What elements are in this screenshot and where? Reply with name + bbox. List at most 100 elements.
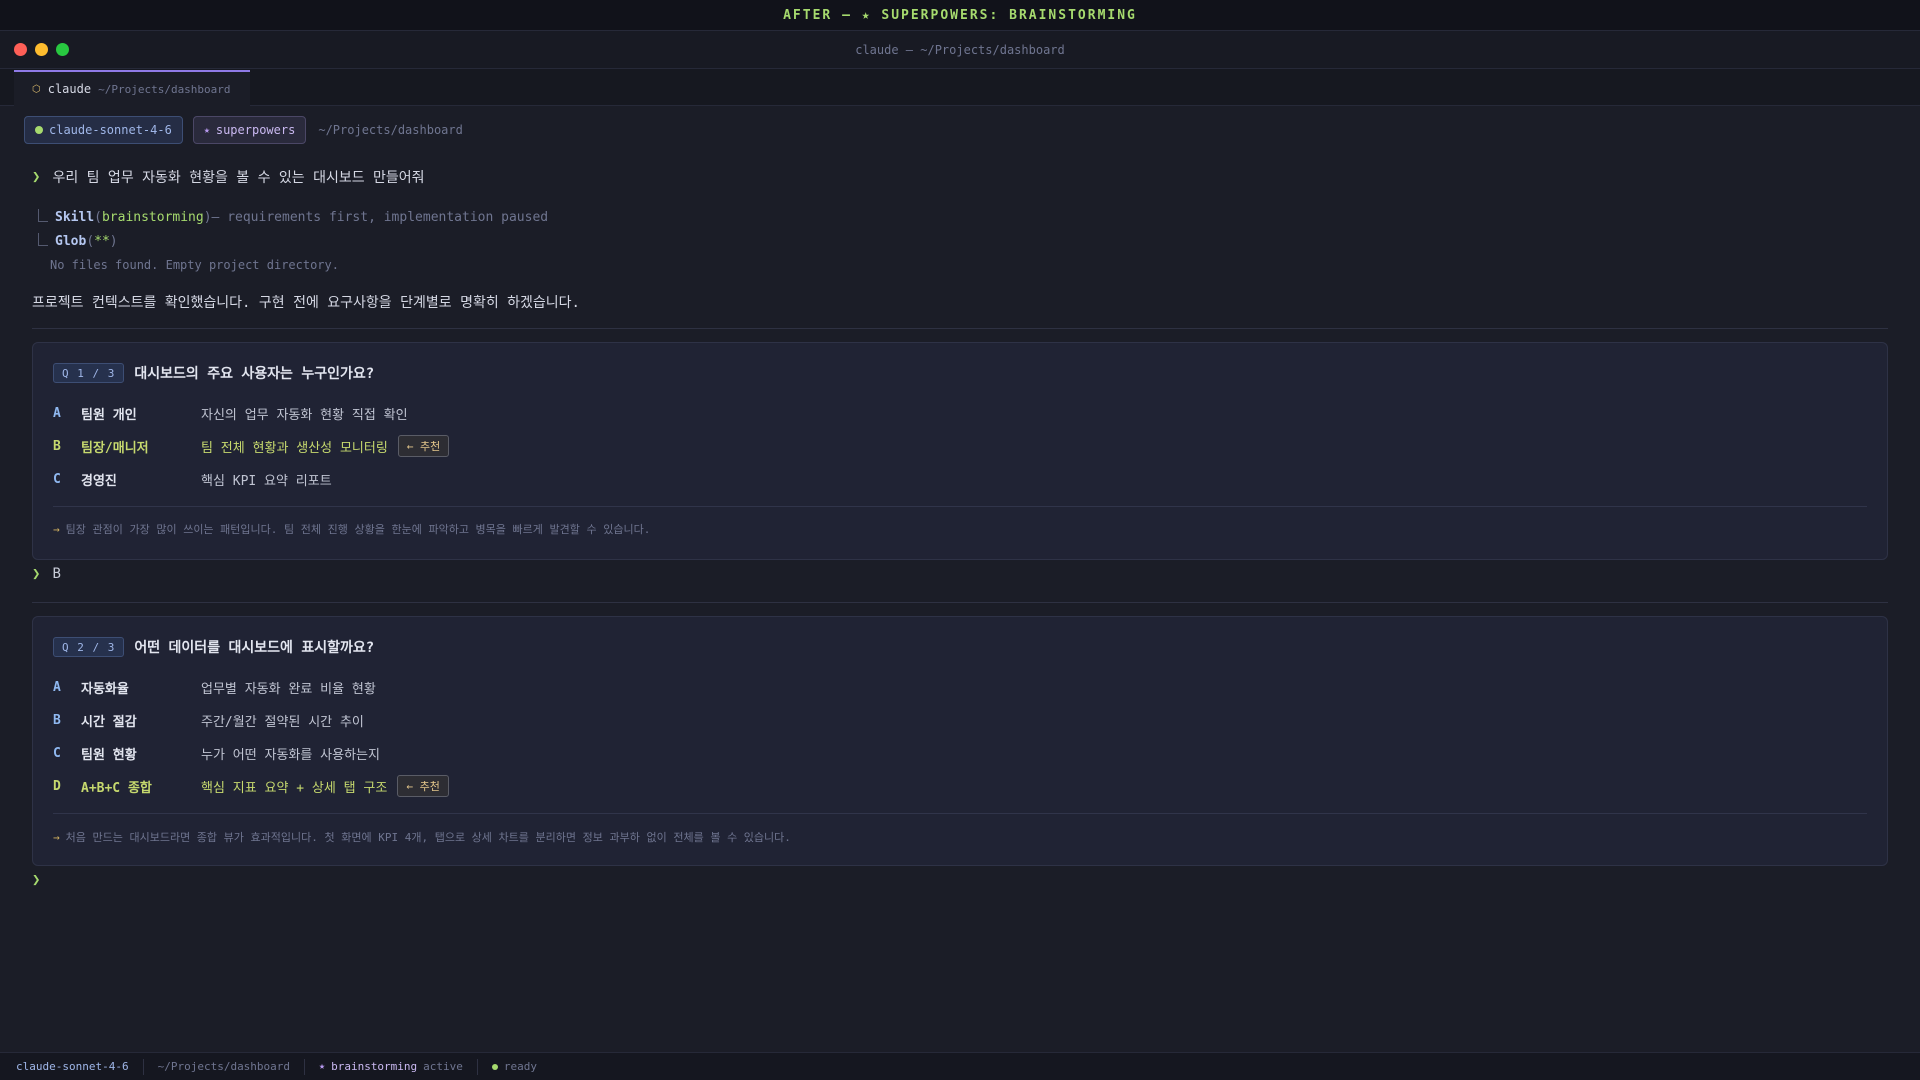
tool-name: Glob	[55, 234, 87, 249]
skill-name: superpowers	[215, 123, 296, 137]
option-key: B	[53, 712, 61, 728]
minimize-window-button[interactable]	[35, 43, 48, 56]
option-desc: 업무별 자동화 완료 비율 현황	[201, 681, 376, 697]
option-label: 자동화율	[81, 681, 129, 697]
prompt-text: 우리 팀 업무 자동화 현황을 볼 수 있는 대시보드 만들어줘	[52, 170, 425, 186]
option-desc: 누가 어떤 자동화를 사용하는지	[201, 747, 380, 763]
option-a[interactable]: A 팀원 개인 자신의 업무 자동화 현황 직접 확인	[53, 399, 408, 427]
paren-close: )	[203, 210, 212, 225]
status-model-name: claude-sonnet-4-6	[16, 1060, 129, 1073]
recommended-badge: ← 추천	[397, 775, 449, 797]
close-window-button[interactable]	[14, 43, 27, 56]
user-prompt: ❯ 우리 팀 업무 자동화 현황을 볼 수 있는 대시보드 만들어줘	[32, 167, 425, 187]
option-c[interactable]: C 경영진 핵심 KPI 요약 리포트	[53, 465, 332, 493]
tool-arg: brainstorming	[101, 210, 204, 225]
option-label: 경영진	[81, 473, 117, 489]
recommended-badge: ← 추천	[397, 435, 450, 457]
option-b[interactable]: B 시간 절감 주간/월간 절약된 시간 추이	[53, 706, 364, 734]
option-desc: 핵심 지표 요약 + 상세 탭 구조	[201, 780, 388, 796]
maximize-window-button[interactable]	[56, 43, 69, 56]
status-model: claude-sonnet-4-6	[16, 1058, 144, 1075]
tree-branch-icon	[38, 233, 48, 246]
user-answer-1: ❯ B	[32, 566, 61, 582]
status-skill-state: active	[423, 1060, 463, 1073]
option-label: 시간 절감	[81, 714, 137, 730]
banner: AFTER — ★ SUPERPOWERS: BRAINSTORMING	[0, 0, 1920, 31]
tab-claude[interactable]: ⬡ claude ~/Projects/dashboard	[14, 70, 250, 106]
question-title: 어떤 데이터를 대시보드에 표시할까요?	[134, 640, 375, 656]
option-c[interactable]: C 팀원 현황 누가 어떤 자동화를 사용하는지	[53, 739, 380, 767]
paren-open: (	[94, 210, 102, 225]
option-d[interactable]: D A+B+C 종합 핵심 지표 요약 + 상세 탭 구조 ← 추천	[53, 772, 449, 800]
status-bar: claude-sonnet-4-6 ~/Projects/dashboard ★…	[0, 1052, 1920, 1080]
tool-call-skill: Skill(brainstorming) — requirements firs…	[38, 209, 549, 225]
star-icon: ★	[319, 1061, 326, 1072]
question-card-1: Q 1 / 3 대시보드의 주요 사용자는 누구인가요? A 팀원 개인 자신의…	[32, 342, 1888, 560]
paren-close: )	[109, 234, 118, 249]
option-desc: 팀 전체 현황과 생산성 모니터링	[201, 440, 388, 456]
skill-badge: ★ superpowers	[192, 116, 307, 144]
window-controls	[14, 43, 69, 56]
option-key: C	[53, 745, 61, 761]
prompt-chevron-icon: ❯	[32, 566, 41, 582]
option-label: 팀원 현황	[81, 747, 137, 763]
model-name: claude-sonnet-4-6	[49, 123, 172, 137]
question-badge: Q 2 / 3	[53, 637, 125, 657]
tree-branch-icon	[38, 209, 48, 222]
answer-text: B	[52, 566, 61, 582]
option-desc: 자신의 업무 자동화 현황 직접 확인	[201, 407, 408, 423]
hexagon-icon: ⬡	[32, 83, 41, 95]
divider	[32, 602, 1888, 603]
note-text: 팀장 관점이 가장 많이 쓰이는 패턴입니다. 팀 전체 진행 상황을 한눈에 …	[65, 523, 651, 536]
tool-arg: **	[94, 234, 110, 249]
status-dot-icon	[35, 126, 43, 134]
terminal-content: claude-sonnet-4-6 ★ superpowers ~/Projec…	[0, 106, 1920, 1052]
input-prompt[interactable]: ❯	[32, 872, 40, 888]
divider	[32, 328, 1888, 329]
status-path: ~/Projects/dashboard	[144, 1058, 306, 1075]
model-badge: claude-sonnet-4-6	[24, 116, 183, 144]
option-key: A	[53, 679, 61, 695]
question-badge: Q 1 / 3	[53, 363, 125, 383]
session-header: claude-sonnet-4-6 ★ superpowers ~/Projec…	[24, 116, 463, 144]
prompt-chevron-icon: ❯	[32, 169, 41, 185]
option-a[interactable]: A 자동화율 업무별 자동화 완료 비율 현황	[53, 673, 376, 701]
recommendation-note: → 팀장 관점이 가장 많이 쓰이는 패턴입니다. 팀 전체 진행 상황을 한눈에…	[53, 521, 650, 537]
option-key: A	[53, 405, 61, 421]
title-bar: claude — ~/Projects/dashboard	[0, 31, 1920, 69]
question-header: Q 1 / 3 대시보드의 주요 사용자는 누구인가요?	[53, 363, 374, 383]
card-divider	[53, 813, 1867, 814]
option-label: 팀원 개인	[81, 407, 137, 423]
option-key: D	[53, 778, 61, 794]
status-path-text: ~/Projects/dashboard	[157, 1060, 291, 1073]
card-divider	[53, 506, 1867, 507]
tool-output: No files found. Empty project directory.	[50, 258, 339, 272]
window-title: claude — ~/Projects/dashboard	[855, 42, 1065, 57]
option-label: A+B+C 종합	[81, 780, 152, 796]
banner-text: AFTER — ★ SUPERPOWERS: BRAINSTORMING	[783, 7, 1137, 23]
tab-name: claude	[47, 82, 92, 96]
assistant-reply: 프로젝트 컨텍스트를 확인했습니다. 구현 전에 요구사항을 단계별로 명확히 …	[32, 295, 580, 311]
option-b[interactable]: B 팀장/매니저 팀 전체 현황과 생산성 모니터링 ← 추천	[53, 432, 450, 460]
option-label: 팀장/매니저	[81, 440, 149, 456]
tab-path: ~/Projects/dashboard	[98, 82, 231, 96]
option-key: C	[53, 471, 61, 487]
arrow-right-icon: →	[53, 831, 60, 844]
status-ready: ready	[478, 1059, 551, 1075]
status-text: ready	[503, 1060, 538, 1073]
project-path: ~/Projects/dashboard	[318, 123, 463, 137]
tool-note: — requirements first, implementation pau…	[211, 210, 549, 225]
status-dot-icon	[491, 1063, 498, 1070]
status-skill-name: brainstorming	[331, 1060, 418, 1073]
status-skill: ★ brainstorming active	[305, 1058, 478, 1075]
question-header: Q 2 / 3 어떤 데이터를 대시보드에 표시할까요?	[53, 637, 374, 657]
option-key: B	[53, 438, 61, 454]
note-text: 처음 만드는 대시보드라면 종합 뷰가 효과적입니다. 첫 화면에 KPI 4개…	[65, 831, 791, 844]
recommendation-note: → 처음 만드는 대시보드라면 종합 뷰가 효과적입니다. 첫 화면에 KPI 4…	[53, 829, 791, 845]
option-desc: 주간/월간 절약된 시간 추이	[201, 714, 364, 730]
question-title: 대시보드의 주요 사용자는 누구인가요?	[134, 366, 375, 382]
tab-bar: ⬡ claude ~/Projects/dashboard	[0, 69, 1920, 106]
option-desc: 핵심 KPI 요약 리포트	[201, 473, 332, 489]
tool-name: Skill	[55, 210, 95, 225]
star-icon: ★	[203, 124, 210, 136]
